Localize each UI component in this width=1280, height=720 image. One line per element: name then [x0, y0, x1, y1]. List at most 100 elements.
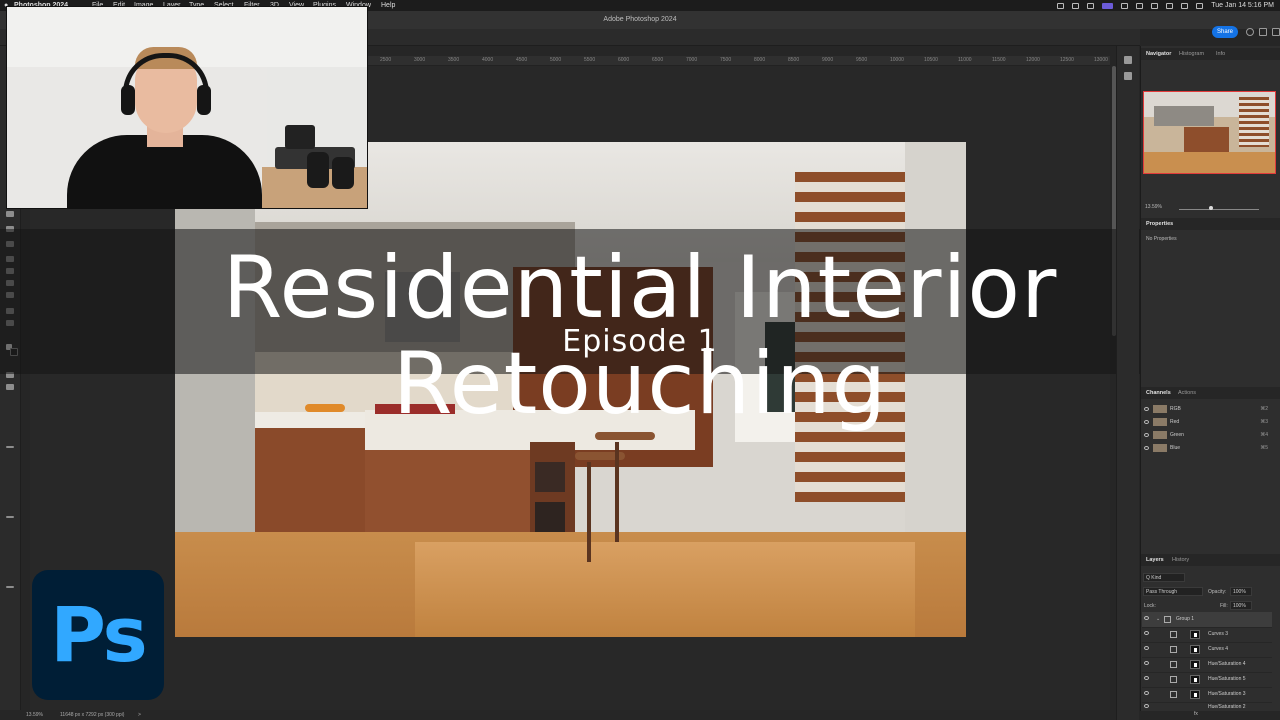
search-icon[interactable]: [1246, 28, 1254, 36]
layer-group-row[interactable]: ⌄ Group 1: [1142, 612, 1272, 628]
screen-recording-icon[interactable]: [1102, 2, 1114, 9]
layer-mask-thumbnail[interactable]: [1190, 675, 1200, 684]
status-arrow-icon[interactable]: >: [138, 710, 141, 720]
status-icon[interactable]: [1072, 2, 1080, 9]
layer-row[interactable]: Hue/Saturation 4: [1142, 657, 1272, 673]
wifi-icon[interactable]: [1166, 2, 1174, 9]
visibility-eye-icon[interactable]: [1144, 616, 1149, 620]
ruler-tick: 11500: [992, 57, 1006, 63]
status-icon[interactable]: [1121, 2, 1129, 9]
properties-panel-header: Properties: [1141, 218, 1280, 230]
navigator-preview[interactable]: [1143, 91, 1276, 174]
zoom-level[interactable]: 13.59%: [26, 710, 43, 720]
status-icon[interactable]: [1087, 2, 1095, 9]
ruler-tick: 2500: [380, 57, 392, 63]
channel-row-red[interactable]: Red ⌘3: [1142, 416, 1272, 428]
visibility-eye-icon[interactable]: [1144, 420, 1149, 424]
channel-row-rgb[interactable]: RGB ⌘2: [1142, 403, 1272, 415]
panel-icon-strip: [1116, 46, 1139, 720]
share-button[interactable]: Share: [1212, 26, 1238, 38]
layers-panel-header: Layers History: [1141, 554, 1280, 566]
ruler-tick: 10000: [890, 57, 904, 63]
visibility-eye-icon[interactable]: [1144, 407, 1149, 411]
tab-properties[interactable]: Properties: [1146, 218, 1173, 230]
opacity-input[interactable]: 100%: [1230, 587, 1252, 596]
chevron-down-icon[interactable]: ⌄: [1156, 612, 1160, 627]
tab-info[interactable]: Info: [1216, 48, 1225, 60]
document-info[interactable]: 11648 px x 7292 px (300 ppi): [60, 710, 124, 720]
channel-shortcut: ⌘2: [1260, 406, 1268, 412]
layer-mask-thumbnail[interactable]: [1190, 690, 1200, 699]
layer-row[interactable]: Curves 4: [1142, 642, 1272, 658]
navigator-zoom-slider[interactable]: [1179, 209, 1259, 210]
visibility-eye-icon[interactable]: [1144, 704, 1149, 708]
visibility-eye-icon[interactable]: [1144, 631, 1149, 635]
ruler-tick: 9000: [822, 57, 834, 63]
menubar-clock[interactable]: Tue Jan 14 5:16 PM: [1211, 0, 1274, 11]
tool-divider: [6, 516, 14, 518]
properties-empty-text: No Properties: [1146, 236, 1177, 242]
workspace-icon[interactable]: [1259, 28, 1267, 36]
layer-row[interactable]: Hue/Saturation 5: [1142, 672, 1272, 688]
tool-divider: [6, 446, 14, 448]
ruler-tick: 4000: [482, 57, 494, 63]
photoshop-logo-text: Ps: [50, 590, 148, 679]
search-icon[interactable]: [1181, 2, 1189, 9]
control-center-icon[interactable]: [1196, 2, 1204, 9]
fill-input[interactable]: 100%: [1230, 601, 1252, 610]
layer-mask-thumbnail[interactable]: [1190, 630, 1200, 639]
layer-name: Group 1: [1176, 616, 1195, 622]
navigator-panel-header: Navigator Histogram Info: [1141, 48, 1280, 60]
tab-actions[interactable]: Actions: [1178, 387, 1196, 399]
battery-icon[interactable]: [1151, 2, 1159, 9]
ruler-tick: 4500: [516, 57, 528, 63]
layer-kind-filter[interactable]: Q Kind: [1143, 573, 1185, 582]
ruler-tick: 13000: [1094, 57, 1108, 63]
layer-mask-thumbnail[interactable]: [1190, 660, 1200, 669]
ruler-tick: 8000: [754, 57, 766, 63]
horizontal-ruler: 2500 3000 3500 4000 4500 5000 5500 6000 …: [366, 56, 1110, 66]
fill-label: Fill:: [1220, 603, 1228, 609]
ruler-tick: 7500: [720, 57, 732, 63]
visibility-eye-icon[interactable]: [1144, 446, 1149, 450]
visibility-eye-icon[interactable]: [1144, 661, 1149, 665]
opacity-label: Opacity:: [1208, 589, 1227, 595]
tab-history[interactable]: History: [1172, 554, 1189, 566]
episode-label: Episode 1: [562, 324, 718, 359]
layer-mask-thumbnail[interactable]: [1190, 645, 1200, 654]
layer-fx-icon[interactable]: fx: [1194, 711, 1198, 717]
channel-name: Red: [1170, 419, 1180, 425]
channel-row-blue[interactable]: Blue ⌘5: [1142, 442, 1272, 454]
channel-shortcut: ⌘4: [1260, 432, 1268, 438]
channel-row-green[interactable]: Green ⌘4: [1142, 429, 1272, 441]
layer-row[interactable]: Curves 3: [1142, 627, 1272, 643]
visibility-eye-icon[interactable]: [1144, 691, 1149, 695]
visibility-eye-icon[interactable]: [1144, 646, 1149, 650]
visibility-eye-icon[interactable]: [1144, 433, 1149, 437]
photoshop-logo: Ps: [32, 570, 164, 700]
tab-channels[interactable]: Channels: [1146, 387, 1171, 399]
lock-label: Lock:: [1144, 603, 1156, 609]
panel-toggle-icon[interactable]: [1124, 56, 1132, 64]
ruler-tick: 11000: [958, 57, 972, 63]
hue-saturation-icon: [1170, 676, 1177, 683]
channel-name: RGB: [1170, 406, 1181, 412]
visibility-eye-icon[interactable]: [1144, 676, 1149, 680]
bluetooth-icon[interactable]: [1136, 2, 1144, 9]
status-icon[interactable]: [1057, 2, 1065, 9]
share-doc-icon[interactable]: [1272, 28, 1280, 36]
menu-help[interactable]: Help: [381, 0, 395, 11]
ruler-tick: 5500: [584, 57, 596, 63]
tool-divider: [6, 586, 14, 588]
tab-histogram[interactable]: Histogram: [1179, 48, 1204, 60]
curves-adjustment-icon: [1170, 646, 1177, 653]
blend-mode-select[interactable]: Pass Through: [1143, 587, 1203, 596]
layer-row[interactable]: Hue/Saturation 3: [1142, 687, 1272, 703]
tab-layers[interactable]: Layers: [1146, 554, 1164, 566]
channel-shortcut: ⌘3: [1260, 419, 1268, 425]
eyedropper-tool-icon[interactable]: [6, 211, 14, 217]
navigator-slider-thumb[interactable]: [1209, 206, 1213, 210]
tab-navigator[interactable]: Navigator: [1146, 48, 1171, 60]
navigator-zoom[interactable]: 13.59%: [1145, 204, 1162, 210]
adjustments-icon[interactable]: [1124, 72, 1132, 80]
